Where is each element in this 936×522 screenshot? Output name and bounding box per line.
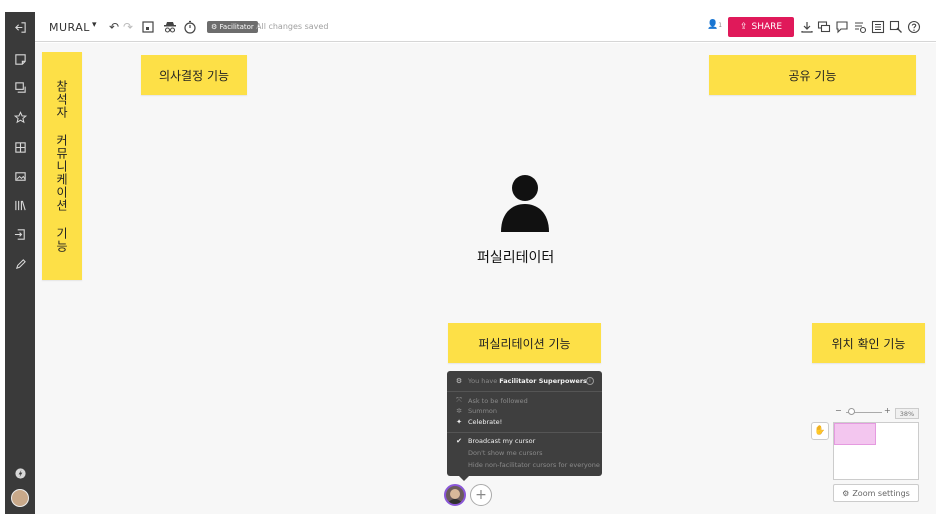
library-icon[interactable]	[5, 194, 35, 216]
menu-item-label: Celebrate!	[468, 418, 503, 426]
facilitator-label[interactable]: 퍼실리테이터	[477, 247, 554, 267]
zoom-out-icon[interactable]: −	[835, 406, 842, 415]
sticky-note-icon[interactable]	[5, 48, 35, 70]
facilitator-badge-label: Facilitator	[219, 23, 254, 31]
activity-icon[interactable]	[853, 19, 867, 35]
menu-item-label: Summon	[468, 407, 498, 415]
outline-list-icon[interactable]	[871, 19, 885, 35]
menu-header: ⚙ You have Facilitator Superpowers	[455, 377, 587, 385]
redo-icon[interactable]: ↷	[123, 19, 133, 35]
flash-icon[interactable]	[5, 462, 35, 484]
menu-item-broadcast[interactable]: ✔ Broadcast my cursor	[455, 437, 535, 445]
check-icon: ✔	[456, 437, 462, 445]
menu-item-hide-cursors[interactable]: Don't show me cursors	[455, 449, 543, 457]
shapes-icon[interactable]	[5, 76, 35, 98]
menu-item-follow[interactable]: ⤧ Ask to be followed	[455, 396, 528, 405]
party-icon: ✦	[456, 418, 462, 426]
sticky-communication[interactable]: 참석자 커뮤니케이션 기능	[42, 52, 82, 280]
help-icon[interactable]	[907, 19, 921, 35]
menu-item-label: Broadcast my cursor	[468, 437, 536, 445]
facilitator-menu: ⚙ You have Facilitator Superpowers i ⤧ A…	[447, 371, 602, 481]
menu-item-label: Hide non-facilitator cursors for everyon…	[468, 461, 600, 469]
comments-icon[interactable]	[817, 19, 831, 35]
app-brand[interactable]: MURAL	[49, 21, 90, 34]
left-sidebar	[5, 12, 35, 514]
gear-icon: ⚙	[455, 377, 463, 385]
follow-icon: ⤧	[456, 396, 462, 404]
sticky-decision[interactable]: 의사결정 기능	[141, 55, 247, 95]
undo-icon[interactable]: ↶	[109, 19, 119, 35]
menu-header-title: Facilitator Superpowers	[499, 377, 587, 385]
add-participant-button[interactable]: +	[470, 484, 492, 506]
image-icon[interactable]	[5, 165, 35, 187]
zoom-handle[interactable]	[848, 408, 855, 415]
menu-item-label: Don't show me cursors	[468, 449, 543, 457]
facilitator-badge: ⚙ Facilitator	[207, 21, 258, 33]
sticky-share[interactable]: 공유 기능	[709, 55, 916, 95]
save-status: All changes saved	[256, 22, 329, 31]
timer-icon[interactable]	[183, 19, 197, 35]
hand-icon[interactable]: ✋	[811, 422, 829, 440]
download-icon[interactable]	[800, 19, 814, 35]
top-toolbar: MURAL ▾ ↶ ↷ ⚙ Facilitator All changes sa…	[35, 12, 936, 42]
person-icon[interactable]	[499, 174, 551, 234]
menu-divider	[447, 391, 602, 392]
import-icon[interactable]	[5, 223, 35, 245]
sticky-facilitation-text: 퍼실리테이션 기능	[478, 336, 571, 351]
menu-header-prefix: You have	[468, 377, 498, 385]
share-label: SHARE	[751, 22, 783, 32]
star-icon[interactable]	[5, 106, 35, 128]
menu-item-hide-non-facilitator[interactable]: Hide non-facilitator cursors for everyon…	[455, 461, 600, 469]
online-users[interactable]: 👤1	[707, 20, 722, 30]
share-button[interactable]: ⇪ SHARE	[728, 17, 794, 37]
sticky-facilitation[interactable]: 퍼실리테이션 기능	[448, 323, 601, 363]
sticky-share-text: 공유 기능	[788, 68, 837, 83]
outline-icon[interactable]	[141, 19, 155, 35]
zoom-in-icon[interactable]: +	[884, 406, 891, 415]
minimap-viewport[interactable]	[834, 423, 876, 445]
summon-icon: ✲	[456, 407, 462, 415]
menu-item-celebrate[interactable]: ✦ Celebrate!	[455, 418, 502, 426]
zoom-percent[interactable]: 38%	[895, 408, 919, 419]
minimap[interactable]	[833, 422, 919, 480]
info-icon[interactable]: i	[586, 377, 594, 385]
user-count: 1	[718, 22, 723, 29]
mural-app: MURAL ▾ ↶ ↷ ⚙ Facilitator All changes sa…	[0, 0, 936, 522]
search-icon[interactable]	[889, 19, 903, 35]
chat-icon[interactable]	[835, 19, 849, 35]
facilitator-avatar[interactable]	[444, 484, 466, 506]
menu-item-label: Ask to be followed	[468, 396, 528, 405]
user-avatar[interactable]	[5, 487, 35, 509]
sticky-location[interactable]: 위치 확인 기능	[812, 323, 925, 363]
gear-icon: ⚙	[842, 488, 850, 498]
menu-divider	[447, 432, 602, 433]
menu-pointer	[459, 476, 469, 481]
chevron-down-icon[interactable]: ▾	[92, 20, 97, 30]
grid-icon[interactable]	[5, 136, 35, 158]
menu-item-summon[interactable]: ✲ Summon	[455, 407, 497, 415]
pencil-icon[interactable]	[5, 253, 35, 275]
sticky-decision-text: 의사결정 기능	[158, 68, 230, 83]
zoom-settings-label: Zoom settings	[852, 488, 910, 498]
zoom-settings-button[interactable]: ⚙ Zoom settings	[833, 484, 919, 502]
sticky-location-text: 위치 확인 기능	[831, 336, 906, 351]
upload-icon: ⇪	[739, 22, 748, 32]
private-mode-icon[interactable]	[163, 19, 177, 35]
exit-icon[interactable]	[5, 16, 35, 38]
sticky-communication-text: 참석자 커뮤니케이션 기능	[54, 79, 69, 253]
